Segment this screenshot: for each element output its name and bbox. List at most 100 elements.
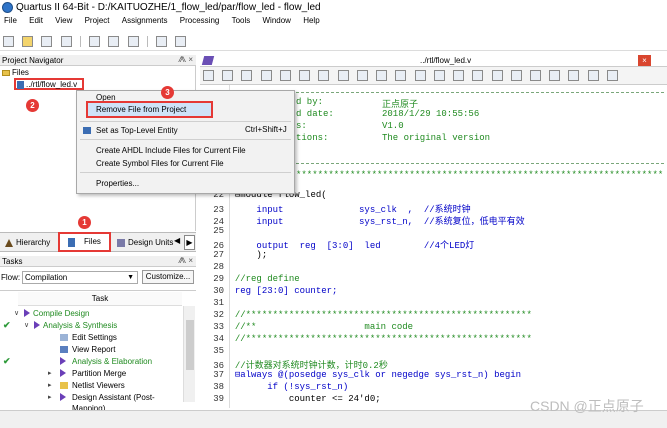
menu-help[interactable]: Help [299,16,319,25]
editor-tool-icon[interactable] [318,70,330,81]
line-number: 32 [213,310,224,320]
tab-files[interactable]: Files [58,232,111,252]
customize-button[interactable]: Customize... [142,270,194,284]
line-number: 28 [213,262,224,272]
task-row[interactable]: ▸ Partition Merge [0,368,182,379]
panel-controls[interactable]: ⨇ × [178,55,193,65]
editor-tool-icon[interactable] [241,70,253,81]
tab-design-units[interactable]: Design Units [116,235,173,251]
editor-tool-icon[interactable] [376,70,388,81]
set-top-level-shortcut: Ctrl+Shift+J [245,125,287,134]
menu-view[interactable]: View [51,16,72,25]
header-label: tions: [296,133,329,143]
play-icon [34,321,40,329]
tasks-scrollbar[interactable] [183,306,195,402]
menu-item-create-ahdl[interactable]: Create AHDL Include Files for Current Fi… [96,145,246,156]
tasks-panel-controls[interactable]: ⨇ × [178,256,193,266]
open-folder-icon[interactable] [22,36,34,47]
menu-tools[interactable]: Tools [228,16,251,25]
line-number: 37 [213,370,224,380]
editor-tool-icon[interactable] [568,70,580,81]
menu-file[interactable]: File [0,16,17,25]
editor-tool-icon[interactable] [414,70,426,81]
code-line: ); [234,250,268,260]
editor-tool-icon[interactable] [433,70,445,81]
project-navigator-header: Project Navigator ⨇ × [0,55,196,66]
file-flow-led[interactable]: ../rtl/flow_led.v [14,78,84,90]
menu-assignments[interactable]: Assignments [118,16,168,25]
line-number: 35 [213,346,224,356]
editor-tool-icon[interactable] [356,70,368,81]
task-label: Analysis & Elaboration [72,357,153,366]
editor-tool-icon[interactable] [203,70,214,81]
task-column-header: Task [18,292,182,306]
close-editor-button[interactable]: × [638,55,651,66]
editor-tool-icon[interactable] [472,70,484,81]
menu-processing[interactable]: Processing [176,16,220,25]
save-all-icon[interactable] [60,36,72,47]
task-row[interactable]: ▸ Design Assistant (Post-Mapping) [0,392,182,413]
line-number: 33 [213,322,224,332]
task-row[interactable]: ∨ Compile Design [0,308,182,319]
line-number: 31 [213,298,224,308]
tab-files-label: Files [84,237,101,246]
task-row[interactable]: ▸ Netlist Viewers [0,380,182,391]
task-row[interactable]: View Report [0,344,182,355]
editor-tool-icon[interactable] [453,70,465,81]
file-flow-led-label: ../rtl/flow_led.v [26,80,78,89]
save-icon[interactable] [41,36,53,47]
flow-select[interactable]: Compilation ▼ [22,271,138,284]
header-value: V1.0 [382,121,404,131]
editor-tool-icon[interactable] [510,70,522,81]
editor-tool-icon[interactable] [279,70,291,81]
tab-scroll-left[interactable]: ◀ [174,236,180,245]
code-line: if (!sys_rst_n) [234,382,349,392]
undo-icon[interactable] [156,36,168,47]
tab-scroll-right[interactable]: ▶ [184,235,195,250]
line-number: 27 [213,250,224,260]
files-folder[interactable]: Files [2,68,29,77]
editor-tool-icon[interactable] [549,70,561,81]
task-row[interactable]: ✔ ∨ Analysis & Synthesis [0,320,182,331]
scrollbar-thumb[interactable] [186,320,194,370]
tab-hierarchy[interactable]: Hierarchy [4,235,50,251]
editor-tool-icon[interactable] [529,70,541,81]
task-row[interactable]: Edit Settings [0,332,182,343]
cut-icon[interactable] [89,36,101,47]
csdn-watermark: CSDN @正点原子 [530,398,644,414]
new-file-icon[interactable] [3,36,14,47]
header-stars: ****************************************… [296,170,664,180]
paste-icon[interactable] [127,36,139,47]
editor-tool-icon[interactable] [395,70,407,81]
header-label: d by: [296,97,324,107]
flow-label: Flow: [1,273,21,282]
menu-edit[interactable]: Edit [25,16,43,25]
header-dashed-rule [296,92,664,93]
menu-separator [80,172,291,173]
editor-tool-icon[interactable] [606,70,618,81]
folder-icon [2,69,10,76]
menu-project[interactable]: Project [81,16,110,25]
menu-item-create-symbol[interactable]: Create Symbol Files for Current File [96,158,224,169]
play-icon [60,393,66,401]
editor-tool-icon[interactable] [299,70,311,81]
editor-tool-icon[interactable] [222,70,234,81]
editor-tool-icon[interactable] [337,70,349,81]
header-dashed-rule [296,163,664,164]
menu-window[interactable]: Window [259,16,291,25]
check-icon: ✔ [3,320,11,330]
editor-tool-icon[interactable] [491,70,503,81]
redo-icon[interactable] [175,36,187,47]
code-line: //** main code [234,322,414,332]
menu-item-remove-file-label[interactable]: Remove File from Project [96,104,186,115]
report-icon [60,346,68,353]
menu-item-set-top-level[interactable]: Set as Top-Level Entity [96,125,178,136]
copy-icon[interactable] [108,36,120,47]
code-line: reg [23:0] counter; [234,286,338,296]
editor-tool-icon[interactable] [260,70,272,81]
menu-item-properties[interactable]: Properties... [96,178,139,189]
toolbar-divider [146,36,148,47]
check-icon: ✔ [3,356,11,366]
editor-tool-icon[interactable] [587,70,599,81]
task-row[interactable]: ✔ Analysis & Elaboration [0,356,182,367]
